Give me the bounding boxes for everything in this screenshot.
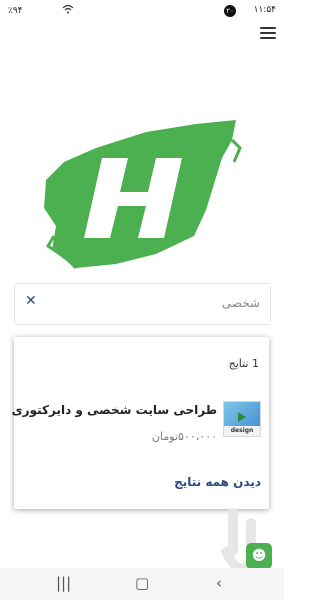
system-nav-bar: ||| ▢ ‹ (0, 568, 284, 600)
result-title[interactable]: طراحی سایت شخصی و دایرکتوری (12, 403, 217, 417)
result-item[interactable]: design طراحی سایت شخصی و دایرکتوری ۵۰۰،۰… (12, 397, 269, 453)
menu-line (260, 37, 276, 39)
results-count: 1 نتایج (228, 357, 259, 370)
hamburger-icon[interactable] (260, 27, 276, 39)
brand-logo (44, 120, 242, 270)
result-price: ۵۰۰،۰۰۰تومان (151, 430, 217, 443)
search-input[interactable]: شخصی ✕ (14, 283, 271, 325)
close-icon[interactable]: ✕ (25, 293, 37, 309)
menu-line (260, 27, 276, 29)
app-icon: ☻ (251, 548, 267, 564)
search-query-text: شخصی (221, 296, 260, 310)
menu-line (260, 32, 276, 34)
back-icon[interactable]: ‹ (216, 574, 222, 592)
wifi-icon (62, 4, 74, 14)
floating-app-button[interactable]: ☻ (246, 543, 272, 569)
status-bar: ٪۹۴ ۲۰ ۱۱:۵۴ (0, 0, 284, 22)
result-thumbnail: design (223, 401, 261, 437)
see-all-results-link[interactable]: دیدن همه نتایج (174, 475, 261, 489)
home-icon[interactable]: ▢ (135, 574, 149, 592)
search-results-panel: 1 نتایج design طراحی سایت شخصی و دایرکتو… (12, 337, 269, 509)
status-time: ۱۱:۵۴ (253, 5, 276, 15)
recents-icon[interactable]: ||| (56, 574, 71, 592)
play-icon (238, 412, 246, 422)
notification-badge: ۲۰ (224, 5, 236, 17)
thumbnail-caption: design (224, 426, 260, 436)
battery-indicator: ٪۹۴ (8, 6, 23, 16)
